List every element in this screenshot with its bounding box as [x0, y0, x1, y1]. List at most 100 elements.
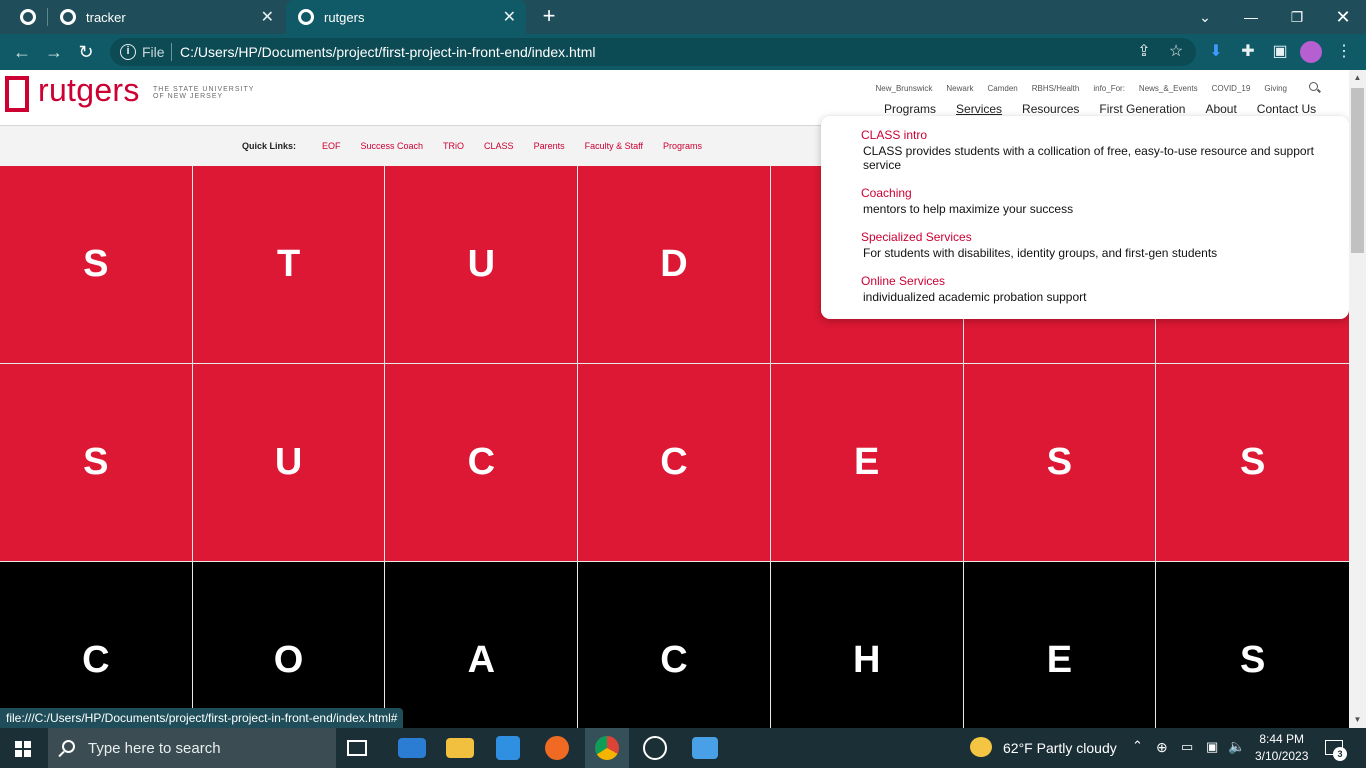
quick-link[interactable]: TRiO [443, 141, 464, 151]
battery-icon[interactable]: ▭ [1181, 739, 1193, 755]
logo-wordmark[interactable]: rutgers [38, 72, 140, 109]
tab-search-chevron-icon[interactable]: ⌄ [1182, 0, 1228, 34]
tab-strip: tracker ✕ rutgers ✕ + ⌄ — ❐ ✕ [0, 0, 1366, 34]
close-icon[interactable]: ✕ [503, 7, 516, 27]
weather-text[interactable]: 62°F Partly cloudy [1003, 740, 1117, 756]
nav-services[interactable]: Services [956, 102, 1002, 116]
windows-start-icon[interactable] [15, 741, 31, 757]
quick-link[interactable]: EOF [322, 141, 341, 151]
page-scrollbar[interactable]: ▲ ▼ [1349, 70, 1366, 728]
quick-link[interactable]: CLASS [484, 141, 514, 151]
services-dropdown: CLASS intro CLASS provides students with… [821, 116, 1349, 319]
search-icon[interactable] [1309, 82, 1318, 91]
grid-tile: S [963, 364, 1156, 561]
chrome-taskbar-button[interactable] [585, 728, 629, 768]
language-globe-icon[interactable]: ⊕ [1156, 739, 1168, 756]
tray-overflow-chevron-icon[interactable]: ⌃ [1132, 738, 1143, 754]
bookmark-star-icon[interactable]: ☆ [1164, 40, 1188, 64]
mail-app-icon[interactable] [398, 738, 426, 758]
taskbar-search-box[interactable]: Type here to search [48, 728, 336, 768]
camera-icon[interactable]: ▣ [1206, 739, 1218, 755]
grid-tile: O [192, 562, 385, 728]
volume-icon[interactable]: 🔈 [1228, 738, 1245, 755]
nav-resources[interactable]: Resources [1022, 102, 1079, 116]
taskbar-clock[interactable]: 8:44 PM 3/10/2023 [1255, 731, 1308, 765]
address-bar[interactable]: i File C:/Users/HP/Documents/project/fir… [110, 38, 1196, 66]
scroll-thumb[interactable] [1351, 88, 1364, 253]
dropdown-item[interactable]: Specialized Services For students with d… [861, 230, 1323, 260]
nav-contact-us[interactable]: Contact Us [1257, 102, 1316, 116]
close-icon[interactable]: ✕ [261, 7, 274, 27]
extensions-puzzle-icon[interactable]: ✚ [1236, 40, 1260, 64]
tab-title: tracker [86, 9, 126, 25]
restore-icon[interactable]: ❐ [1274, 0, 1320, 34]
new-tab-plus-icon[interactable]: + [538, 4, 560, 28]
side-panel-icon[interactable]: ▣ [1268, 40, 1292, 64]
logo-tagline-line1: THE STATE UNIVERSITY [153, 86, 255, 93]
utility-link[interactable]: COVID_19 [1212, 84, 1251, 93]
tab-tracker[interactable]: tracker ✕ [48, 0, 284, 34]
minimize-icon[interactable]: — [1228, 0, 1274, 34]
dropdown-item-title[interactable]: Coaching [861, 186, 1323, 200]
vscode-icon[interactable] [496, 736, 520, 760]
weather-icon[interactable] [970, 737, 992, 757]
quick-link[interactable]: Faculty & Staff [585, 141, 643, 151]
quick-link[interactable]: Parents [534, 141, 565, 151]
grid-tile: T [192, 166, 385, 363]
photos-app-icon[interactable] [692, 737, 718, 759]
taskbar-search-placeholder: Type here to search [88, 740, 221, 757]
dropdown-item-desc: mentors to help maximize your success [863, 202, 1074, 216]
logo-tagline-line2: OF NEW JERSEY [153, 93, 224, 100]
menu-dots-icon[interactable]: ⋮ [1332, 40, 1356, 64]
profile-avatar[interactable] [1300, 41, 1322, 63]
dropdown-item[interactable]: Online Services individualized academic … [861, 274, 1323, 304]
dropdown-item-desc: CLASS provides students with a collicati… [863, 144, 1314, 172]
utility-link[interactable]: Newark [946, 84, 973, 93]
link-status-bubble: file:///C:/Users/HP/Documents/project/fi… [0, 708, 404, 728]
grid-tile: S [0, 364, 192, 561]
utility-link[interactable]: New_Brunswick [875, 84, 932, 93]
utility-link[interactable]: Camden [988, 84, 1018, 93]
chrome-icon [595, 736, 619, 760]
scroll-down-arrow-icon[interactable]: ▼ [1349, 712, 1366, 728]
quick-link[interactable]: Programs [663, 141, 702, 151]
page-viewport: S T U D E N T S U C C E S S C O A C H E … [0, 70, 1349, 728]
window-close-icon[interactable]: ✕ [1320, 0, 1366, 34]
dropdown-item[interactable]: CLASS intro CLASS provides students with… [861, 128, 1323, 172]
grid-row-success: S U C C E S S [0, 364, 1349, 561]
nav-programs[interactable]: Programs [884, 102, 936, 116]
scroll-up-arrow-icon[interactable]: ▲ [1349, 70, 1366, 86]
grid-tile: C [578, 364, 770, 561]
back-arrow-icon[interactable]: ← [10, 40, 34, 64]
quick-link[interactable]: Success Coach [361, 141, 424, 151]
media-player-icon[interactable] [643, 736, 667, 760]
nav-first-generation[interactable]: First Generation [1099, 102, 1185, 116]
grid-tile: U [192, 364, 385, 561]
logo-mark[interactable] [5, 76, 29, 112]
grid-tile: U [385, 166, 578, 363]
tab-search-globe-icon[interactable] [20, 9, 36, 25]
dropdown-item-desc: For students with disabilites, identity … [863, 246, 1218, 260]
dropdown-item[interactable]: Coaching mentors to help maximize your s… [861, 186, 1323, 216]
reload-icon[interactable]: ↻ [74, 40, 98, 64]
info-icon[interactable]: i [120, 44, 136, 60]
utility-link[interactable]: Giving [1264, 84, 1287, 93]
dropdown-item-title[interactable]: Online Services [861, 274, 1323, 288]
nav-about[interactable]: About [1205, 102, 1236, 116]
grid-tile: E [963, 562, 1156, 728]
utility-link[interactable]: News_&_Events [1139, 84, 1198, 93]
tab-rutgers[interactable]: rutgers ✕ [286, 0, 526, 34]
firefox-icon[interactable] [545, 736, 569, 760]
url-text[interactable]: C:/Users/HP/Documents/project/first-proj… [180, 44, 595, 60]
forward-arrow-icon[interactable]: → [42, 40, 66, 64]
file-explorer-icon[interactable] [446, 738, 474, 758]
download-icon[interactable]: ⬇ [1204, 40, 1228, 64]
share-icon[interactable]: ⇪ [1132, 40, 1156, 64]
utility-link[interactable]: info_For: [1093, 84, 1125, 93]
grid-tile: H [770, 562, 963, 728]
utility-link[interactable]: RBHS/Health [1032, 84, 1080, 93]
dropdown-item-title[interactable]: CLASS intro [861, 128, 1323, 142]
omnibox-divider [171, 43, 172, 61]
task-view-icon[interactable] [347, 740, 367, 756]
dropdown-item-title[interactable]: Specialized Services [861, 230, 1323, 244]
